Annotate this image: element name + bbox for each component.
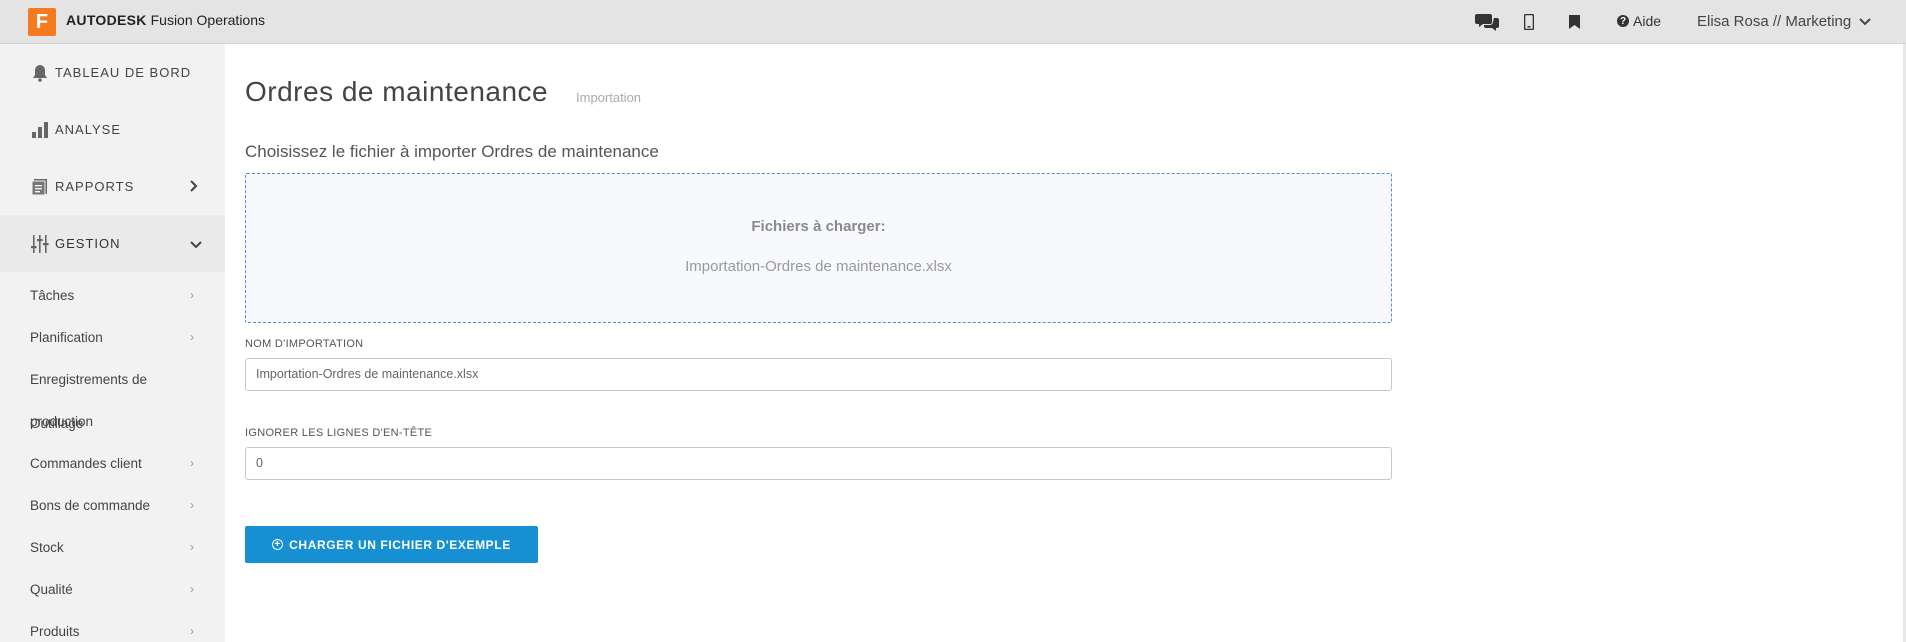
help-link[interactable]: ? Aide — [1617, 13, 1661, 29]
brand-name: AUTODESK Fusion Operations — [66, 12, 265, 28]
chevron-right-icon — [190, 179, 198, 195]
nav-reports[interactable]: RAPPORTS — [0, 158, 225, 215]
mobile-icon[interactable] — [1524, 10, 1534, 34]
plus-circle-icon: + — [272, 539, 284, 550]
ignore-header-input[interactable]: 0 — [245, 447, 1392, 480]
sub-item-label: Bons de commande — [30, 498, 151, 513]
top-bar: F AUTODESK Fusion Operations ? Aide Elis… — [0, 0, 1906, 44]
sub-item-label: Commandes client — [30, 456, 142, 471]
user-menu[interactable]: Elisa Rosa // Marketing — [1697, 13, 1871, 30]
sub-item-tooling[interactable]: Outillage — [30, 416, 83, 431]
sub-item-purchase-orders[interactable]: Bons de commande › — [0, 486, 225, 526]
report-icon — [29, 176, 51, 198]
nav-management-label: GESTION — [55, 236, 121, 251]
user-label: Elisa Rosa // Marketing — [1697, 13, 1852, 30]
import-name-label: NOM D'IMPORTATION — [245, 338, 364, 350]
nav-analyse[interactable]: ANALYSE — [0, 101, 225, 158]
nav-analyse-label: ANALYSE — [55, 122, 122, 137]
page-subtitle: Importation — [576, 90, 642, 105]
sub-item-stock[interactable]: Stock › — [0, 528, 225, 568]
brand-bold: AUTODESK — [66, 12, 147, 28]
chat-icon[interactable] — [1475, 10, 1499, 34]
chevron-down-icon — [1859, 17, 1871, 25]
chevron-right-icon: › — [190, 498, 194, 512]
import-name-input[interactable]: Importation-Ordres de maintenance.xlsx — [245, 358, 1392, 391]
sub-item-label: Enregistrements de — [30, 372, 148, 387]
sub-item-label: Planification — [30, 330, 103, 345]
sub-item-production-records[interactable]: Enregistrements de — [0, 360, 225, 400]
sub-item-sales-orders[interactable]: Commandes client › — [0, 444, 225, 484]
chevron-right-icon: › — [190, 456, 194, 470]
sub-item-label: Qualité — [30, 582, 73, 597]
sub-item-quality[interactable]: Qualité › — [0, 570, 225, 610]
dropzone-file-name: Importation-Ordres de maintenance.xlsx — [685, 258, 952, 275]
choose-file-heading: Choisissez le fichier à importer Ordres … — [245, 142, 659, 161]
dropzone-title: Fichiers à charger: — [751, 218, 886, 235]
brand-product: Fusion Operations — [146, 12, 266, 28]
chevron-right-icon: › — [190, 330, 194, 344]
nav-reports-label: RAPPORTS — [55, 179, 135, 194]
ignore-header-label: IGNORER LES LIGNES D'EN-TÊTE — [245, 427, 433, 439]
chevron-right-icon: › — [190, 540, 194, 554]
load-sample-file-button[interactable]: + CHARGER UN FICHIER D'EXEMPLE — [245, 526, 538, 563]
fusion-logo[interactable]: F — [28, 8, 56, 36]
bell-icon — [29, 62, 51, 84]
sub-item-label: Tâches — [30, 288, 75, 303]
bookmark-icon[interactable] — [1569, 10, 1580, 34]
chevron-right-icon: › — [190, 582, 194, 596]
bar-chart-icon — [29, 119, 51, 141]
sidebar: TABLEAU DE BORD ANALYSE RAPPORTS GESTION… — [0, 44, 225, 642]
sub-item-label: Produits — [30, 624, 80, 639]
file-dropzone[interactable]: Fichiers à charger: Importation-Ordres d… — [245, 173, 1392, 323]
sliders-icon — [29, 233, 51, 255]
nav-dashboard-label: TABLEAU DE BORD — [55, 65, 192, 80]
nav-management[interactable]: GESTION — [0, 215, 225, 272]
question-icon: ? — [1617, 15, 1629, 27]
chevron-right-icon: › — [190, 624, 194, 638]
sub-item-planning[interactable]: Planification › — [0, 318, 225, 358]
chevron-right-icon: › — [190, 288, 194, 302]
chevron-down-icon — [190, 236, 202, 252]
nav-dashboard[interactable]: TABLEAU DE BORD — [0, 44, 225, 101]
page-title: Ordres de maintenance — [245, 76, 549, 107]
load-sample-file-label: CHARGER UN FICHIER D'EXEMPLE — [289, 537, 511, 552]
sub-item-tasks[interactable]: Tâches › — [0, 276, 225, 316]
sub-item-label: Stock — [30, 540, 64, 555]
sub-item-products[interactable]: Produits › — [0, 612, 225, 642]
help-label: Aide — [1633, 13, 1662, 29]
